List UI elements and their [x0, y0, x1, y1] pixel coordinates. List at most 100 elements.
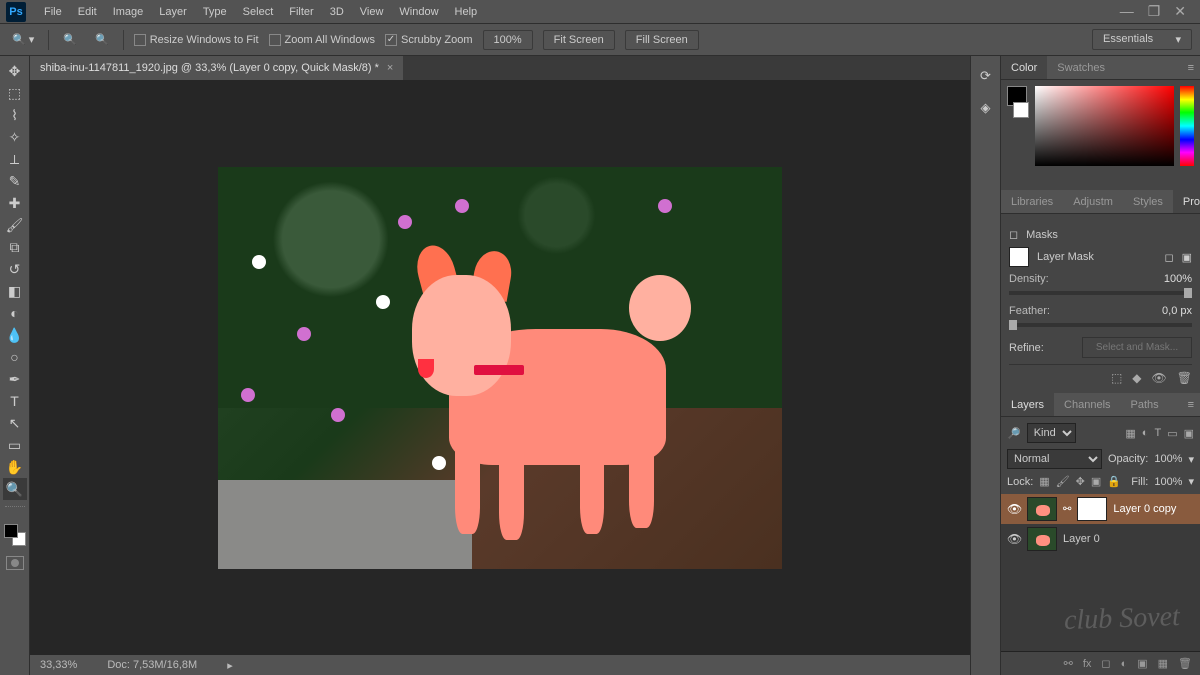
- menu-type[interactable]: Type: [195, 6, 235, 18]
- document-tab[interactable]: shiba-inu-1147811_1920.jpg @ 33,3% (Laye…: [30, 56, 403, 80]
- menu-layer[interactable]: Layer: [151, 6, 195, 18]
- color-bg-swatch[interactable]: [1013, 102, 1029, 118]
- zoom-in-icon[interactable]: 🔍: [59, 31, 81, 48]
- layer-row[interactable]: 👁 ⚯ Layer 0 copy: [1001, 494, 1200, 524]
- chevron-down-icon[interactable]: ▾: [1188, 475, 1194, 488]
- close-button[interactable]: ✕: [1174, 3, 1186, 20]
- canvas[interactable]: [30, 80, 970, 655]
- status-chevron-icon[interactable]: ▸: [227, 659, 233, 672]
- gradient-tool[interactable]: ◐: [3, 302, 27, 324]
- zoom-tool[interactable]: 🔍: [3, 478, 27, 500]
- menu-filter[interactable]: Filter: [281, 6, 321, 18]
- zoom-tool-icon[interactable]: 🔍 ▾: [8, 31, 38, 48]
- load-selection-icon[interactable]: ⬚: [1111, 371, 1122, 385]
- stamp-tool[interactable]: ⧉: [3, 236, 27, 258]
- layer-thumbnail[interactable]: [1027, 497, 1057, 521]
- scrubby-zoom-checkbox[interactable]: ✓Scrubby Zoom: [385, 34, 473, 46]
- zoom-100-button[interactable]: 100%: [483, 30, 533, 50]
- lock-transparency-icon[interactable]: ▦: [1039, 475, 1049, 488]
- layer-thumbnail[interactable]: [1027, 527, 1057, 551]
- tab-styles[interactable]: Styles: [1123, 190, 1173, 213]
- blur-tool[interactable]: 💧: [3, 324, 27, 346]
- vector-mask-icon[interactable]: ▣: [1182, 251, 1192, 264]
- delete-layer-icon[interactable]: 🗑: [1178, 657, 1192, 670]
- foreground-background-swatch[interactable]: [4, 524, 26, 546]
- chevron-down-icon[interactable]: ▾: [1188, 453, 1194, 466]
- new-adjustment-icon[interactable]: ◐: [1121, 658, 1128, 670]
- tab-layers[interactable]: Layers: [1001, 393, 1054, 416]
- link-layers-icon[interactable]: ⚯: [1064, 657, 1073, 670]
- hand-tool[interactable]: ✋: [3, 456, 27, 478]
- density-slider[interactable]: [1009, 291, 1192, 295]
- menu-select[interactable]: Select: [235, 6, 282, 18]
- apply-mask-icon[interactable]: ◆: [1132, 371, 1141, 385]
- toggle-mask-icon[interactable]: 👁: [1152, 371, 1167, 385]
- eraser-tool[interactable]: ◧: [3, 280, 27, 302]
- history-tool[interactable]: ↺: [3, 258, 27, 280]
- move-tool[interactable]: ✥: [3, 60, 27, 82]
- tab-color[interactable]: Color: [1001, 56, 1047, 79]
- filter-smart-icon[interactable]: ▣: [1184, 427, 1194, 440]
- layer-filter-kind[interactable]: Kind: [1027, 423, 1076, 443]
- path-tool[interactable]: ↖: [3, 412, 27, 434]
- layer-name[interactable]: Layer 0: [1063, 533, 1100, 545]
- dodge-tool[interactable]: ○: [3, 346, 27, 368]
- lock-pixels-icon[interactable]: 🖌: [1056, 475, 1070, 488]
- blend-mode-select[interactable]: Normal: [1007, 449, 1102, 469]
- layer-name[interactable]: Layer 0 copy: [1113, 503, 1176, 515]
- menu-help[interactable]: Help: [447, 6, 486, 18]
- mask-thumbnail[interactable]: [1077, 497, 1107, 521]
- delete-mask-icon[interactable]: 🗑: [1177, 371, 1192, 385]
- tab-swatches[interactable]: Swatches: [1047, 56, 1115, 79]
- menu-edit[interactable]: Edit: [70, 6, 105, 18]
- fill-screen-button[interactable]: Fill Screen: [625, 30, 699, 50]
- layer-fx-icon[interactable]: fx: [1083, 658, 1092, 670]
- filter-icon[interactable]: 🔎: [1007, 427, 1021, 440]
- history-panel-icon[interactable]: ⟳: [976, 66, 996, 86]
- zoom-all-checkbox[interactable]: Zoom All Windows: [269, 34, 375, 46]
- tab-paths[interactable]: Paths: [1121, 393, 1169, 416]
- foreground-color-swatch[interactable]: [4, 524, 18, 538]
- fill-value[interactable]: 100%: [1154, 476, 1182, 488]
- panel-menu-icon[interactable]: ≡: [1182, 399, 1200, 411]
- tab-adjustments[interactable]: Adjustm: [1063, 190, 1123, 213]
- close-tab-icon[interactable]: ×: [387, 62, 393, 74]
- panel-menu-icon[interactable]: ≡: [1182, 62, 1200, 74]
- marquee-tool[interactable]: ⬚: [3, 82, 27, 104]
- zoom-out-icon[interactable]: 🔍: [91, 31, 113, 48]
- filter-pixel-icon[interactable]: ▦: [1125, 427, 1135, 440]
- filter-adjust-icon[interactable]: ◐: [1142, 427, 1149, 440]
- type-tool[interactable]: T: [3, 390, 27, 412]
- lock-position-icon[interactable]: ✥: [1076, 475, 1085, 488]
- mask-link-icon[interactable]: ⚯: [1063, 504, 1071, 515]
- zoom-level[interactable]: 33,33%: [40, 659, 77, 671]
- tab-properties[interactable]: Properties: [1173, 190, 1200, 213]
- hue-slider[interactable]: [1180, 86, 1194, 166]
- visibility-icon[interactable]: 👁: [1007, 502, 1021, 516]
- eyedropper-tool[interactable]: ✎: [3, 170, 27, 192]
- layer-row[interactable]: 👁Layer 0: [1001, 524, 1200, 554]
- menu-image[interactable]: Image: [105, 6, 152, 18]
- shape-tool[interactable]: ▭: [3, 434, 27, 456]
- menu-view[interactable]: View: [352, 6, 392, 18]
- maximize-button[interactable]: ❐: [1148, 3, 1161, 20]
- density-value[interactable]: 100%: [1164, 273, 1192, 285]
- quick-mask-toggle[interactable]: [6, 556, 24, 570]
- menu-window[interactable]: Window: [391, 6, 446, 18]
- minimize-button[interactable]: —: [1120, 3, 1134, 20]
- new-layer-icon[interactable]: ▦: [1158, 657, 1168, 670]
- feather-value[interactable]: 0,0 px: [1162, 305, 1192, 317]
- lasso-tool[interactable]: ⌇: [3, 104, 27, 126]
- filter-shape-icon[interactable]: ▭: [1167, 427, 1177, 440]
- filter-type-icon[interactable]: T: [1154, 427, 1161, 440]
- select-and-mask-button[interactable]: Select and Mask...: [1082, 337, 1192, 358]
- workspace-switcher[interactable]: Essentials▾: [1092, 29, 1192, 50]
- brush-tool[interactable]: 🖌: [3, 214, 27, 236]
- menu-3d[interactable]: 3D: [322, 6, 352, 18]
- wand-tool[interactable]: ✧: [3, 126, 27, 148]
- tab-libraries[interactable]: Libraries: [1001, 190, 1063, 213]
- feather-slider[interactable]: [1009, 323, 1192, 327]
- new-group-icon[interactable]: ▣: [1137, 657, 1147, 670]
- color-picker-field[interactable]: [1035, 86, 1174, 166]
- menu-file[interactable]: File: [36, 6, 70, 18]
